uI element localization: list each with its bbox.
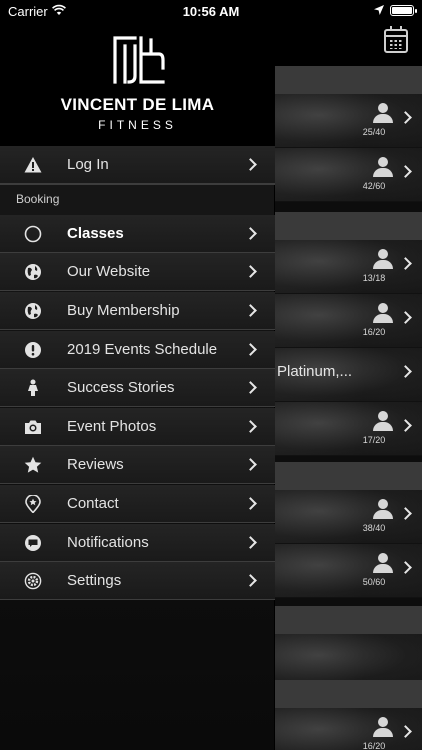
chevron-right-icon bbox=[244, 304, 257, 317]
circle-icon bbox=[24, 225, 42, 243]
camera-icon bbox=[25, 420, 41, 434]
logo-icon bbox=[113, 36, 165, 84]
chevron-right-icon bbox=[244, 158, 257, 171]
location-arrow-icon bbox=[374, 5, 384, 15]
day-header bbox=[275, 66, 422, 94]
chevron-right-icon bbox=[244, 497, 257, 510]
capacity-count: 38/40 bbox=[362, 523, 386, 533]
person-icon bbox=[372, 249, 394, 271]
capacity-count: 42/60 bbox=[362, 181, 386, 191]
person-icon bbox=[372, 717, 394, 739]
day-header bbox=[275, 680, 422, 708]
menu-item-reviews[interactable]: Reviews bbox=[0, 446, 275, 484]
chevron-right-icon bbox=[244, 536, 257, 549]
clock: 10:56 AM bbox=[182, 4, 240, 19]
chevron-right-icon bbox=[244, 420, 257, 433]
section-header-booking: Booking bbox=[16, 192, 60, 206]
person-icon bbox=[372, 411, 394, 433]
class-name: Platinum,... bbox=[277, 363, 353, 380]
menu-item-buy-membership[interactable]: Buy Membership bbox=[0, 292, 275, 330]
menu-item-our-website[interactable]: Our Website bbox=[0, 253, 275, 291]
person-icon bbox=[372, 499, 394, 521]
exclamation-icon bbox=[25, 342, 41, 358]
capacity-count: 13/18 bbox=[362, 273, 386, 283]
person-icon bbox=[372, 303, 394, 325]
globe-icon bbox=[25, 264, 41, 280]
menu-item-label: Success Stories bbox=[67, 379, 175, 396]
menu-item-contact[interactable]: Contact bbox=[0, 485, 275, 523]
chevron-right-icon bbox=[244, 574, 257, 587]
class-row[interactable]: 16/20 bbox=[275, 708, 422, 750]
menu-item-event-photos[interactable]: Event Photos bbox=[0, 408, 275, 446]
chevron-right-icon bbox=[244, 381, 257, 394]
menu-item-label: Reviews bbox=[67, 456, 124, 473]
calendar-icon[interactable] bbox=[384, 26, 408, 53]
class-row[interactable]: 25/40 bbox=[275, 94, 422, 148]
menu-item-settings[interactable]: Settings bbox=[0, 562, 275, 600]
chevron-right-icon bbox=[244, 227, 257, 240]
menu-item-label: Contact bbox=[67, 495, 119, 512]
menu-item-label: Notifications bbox=[67, 534, 149, 551]
capacity-count: 25/40 bbox=[362, 127, 386, 137]
menu-item-events-schedule[interactable]: 2019 Events Schedule bbox=[0, 331, 275, 369]
capacity-count: 16/20 bbox=[362, 327, 386, 337]
chevron-right-icon bbox=[244, 343, 257, 356]
menu-item-login[interactable]: Log In bbox=[0, 146, 275, 184]
day-header bbox=[275, 462, 422, 490]
side-drawer: VINCENT DE LIMA FITNESS Log In Booking C… bbox=[0, 0, 275, 750]
menu-item-label: Classes bbox=[67, 225, 124, 242]
menu-item-label: Log In bbox=[67, 156, 109, 173]
class-row[interactable]: 38/40 bbox=[275, 490, 422, 544]
menu-item-success-stories[interactable]: Success Stories bbox=[0, 369, 275, 407]
globe-icon bbox=[25, 303, 41, 319]
person-icon bbox=[372, 157, 394, 179]
chevron-right-icon bbox=[244, 458, 257, 471]
capacity-count: 17/20 bbox=[362, 435, 386, 445]
person-icon bbox=[372, 103, 394, 125]
chat-bubble-icon bbox=[25, 535, 41, 551]
capacity-count: 50/60 bbox=[362, 577, 386, 587]
person-icon bbox=[28, 379, 38, 396]
class-row[interactable]: Platinum,... bbox=[275, 348, 422, 402]
menu-item-label: Our Website bbox=[67, 263, 151, 280]
person-icon bbox=[372, 553, 394, 575]
brand-name: VINCENT DE LIMA bbox=[60, 95, 215, 114]
class-row[interactable]: 50/60 bbox=[275, 544, 422, 598]
menu-item-classes[interactable]: Classes bbox=[0, 215, 275, 253]
menu-item-label: 2019 Events Schedule bbox=[67, 341, 218, 358]
menu-item-notifications[interactable]: Notifications bbox=[0, 524, 275, 562]
star-icon bbox=[24, 456, 42, 473]
status-bar: Carrier 10:56 AM bbox=[0, 0, 422, 24]
class-row[interactable]: 42/60 bbox=[275, 148, 422, 202]
gear-icon bbox=[24, 572, 42, 590]
capacity-count: 16/20 bbox=[362, 741, 386, 750]
class-row[interactable]: 13/18 bbox=[275, 240, 422, 294]
class-row[interactable]: 16/20 bbox=[275, 294, 422, 348]
divider bbox=[0, 184, 275, 185]
day-header bbox=[275, 606, 422, 634]
chevron-right-icon bbox=[244, 265, 257, 278]
warning-icon bbox=[24, 157, 42, 173]
pin-icon bbox=[25, 495, 41, 513]
menu-item-label: Buy Membership bbox=[67, 302, 180, 319]
menu-item-label: Settings bbox=[67, 572, 122, 589]
day-header bbox=[275, 212, 422, 240]
menu-item-label: Event Photos bbox=[67, 418, 157, 435]
class-row[interactable]: 17/20 bbox=[275, 402, 422, 456]
brand-subtitle: FITNESS bbox=[98, 118, 177, 132]
battery-icon bbox=[390, 5, 417, 16]
